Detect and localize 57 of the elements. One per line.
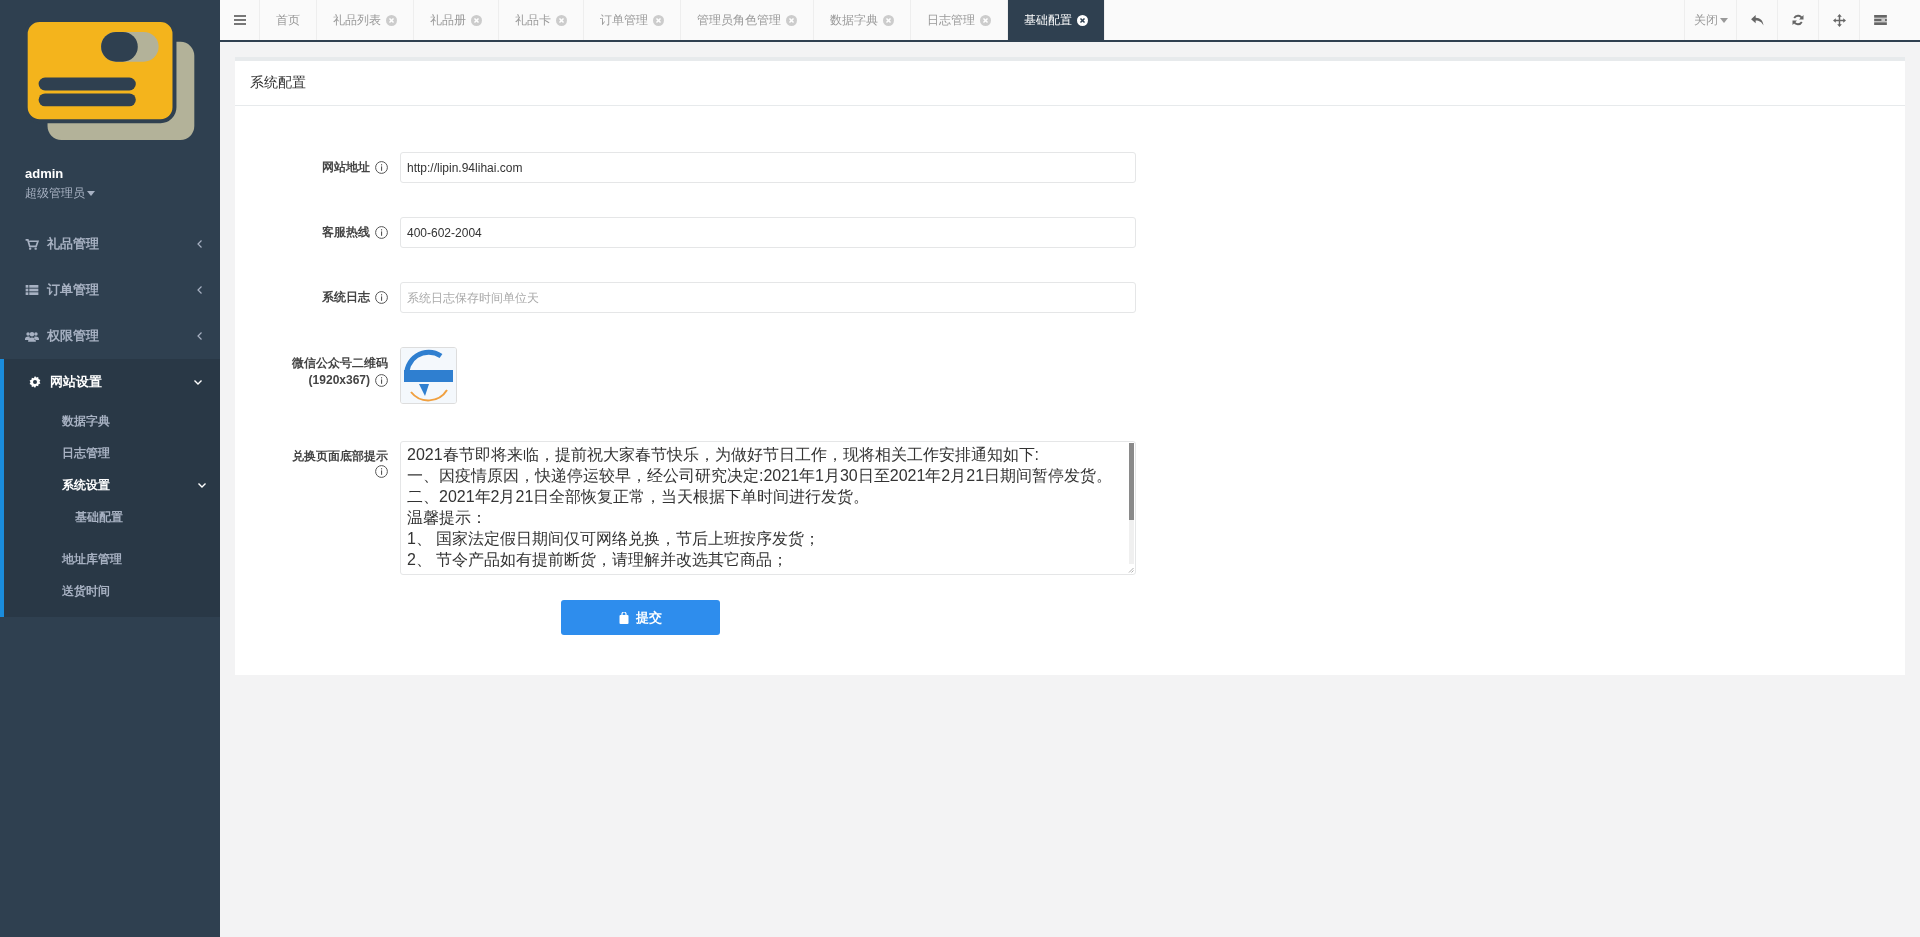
bag-icon [619, 611, 629, 624]
input-field[interactable]: http://lipin.94lihai.com [400, 152, 1136, 183]
field-hint: (1920x367) [308, 372, 370, 389]
list-icon [25, 285, 39, 295]
reply-arrow-icon [1750, 14, 1764, 26]
menu-item[interactable]: 礼品管理 [0, 221, 220, 267]
tab[interactable]: 基础配置 [1008, 0, 1105, 40]
chevron-down-icon [194, 379, 202, 385]
chevron-left-icon [197, 332, 202, 340]
submenu-item[interactable]: 日志管理 [4, 437, 220, 469]
close-icon[interactable] [1077, 14, 1088, 26]
text-line: 二、2021年2月21日全部恢复正常，当天根据下单时间进行发货。 [407, 487, 870, 507]
text-line: 2、 节令产品如有提前断货，请理解并改选其它商品； [407, 550, 789, 570]
menu-icon [233, 15, 246, 25]
user-name: admin [25, 166, 64, 182]
gear-icon [28, 376, 42, 388]
input-field[interactable]: 系统日志保存时间单位天 [400, 282, 1136, 313]
list-icon [1873, 15, 1887, 25]
menu-item[interactable]: 权限管理 [0, 313, 220, 359]
info-icon [375, 374, 388, 387]
caret-down-icon [87, 190, 95, 196]
field-label: 兑换页面底部提示 [292, 448, 388, 465]
refresh-icon [1792, 14, 1804, 26]
users-icon [25, 330, 39, 342]
info-icon [375, 291, 388, 304]
role-dropdown[interactable]: 超级管理员 [25, 185, 95, 201]
textarea-field[interactable]: 2021春节即将来临，提前祝大家春节快乐，为做好节日工作，现将相关工作安排通知如下: 一、因疫情原因，快递停运较早，经公司研究决定:2021年1月30日至2021年2月21日期间暂停发货。 二、2021年2月21日全部恢复正常，当天根据下单时间进行发货。 温馨提示： 1、 国家法定假日期间仅可网络兑换，节后上班按序发货； 2、 节令产品如有提前断货，请理解并改选其它商品； [400, 441, 1136, 575]
text-line: 1、 国家法定假日期间仅可网络兑换，节后上班按序发货； [407, 529, 821, 549]
panel-title: 系统配置 [250, 74, 306, 92]
field-label: 网站地址 [322, 159, 370, 176]
resize-grip-icon[interactable] [1128, 567, 1134, 573]
submenu-item[interactable]: 地址库管理 [4, 543, 220, 575]
submenu-item[interactable]: 基础配置 [4, 501, 220, 533]
submit-button[interactable]: 提交 [561, 600, 720, 635]
cart-icon [25, 238, 39, 250]
menu-item[interactable]: 网站设置 [4, 359, 220, 405]
cards-logo-icon [25, 20, 197, 141]
menu-item[interactable]: 订单管理 [0, 267, 220, 313]
text-line: 温馨提示： [407, 508, 487, 528]
chevron-down-icon [198, 482, 206, 488]
info-icon [375, 161, 388, 174]
caret-down-icon [1719, 17, 1728, 23]
chevron-left-icon [197, 240, 202, 248]
field-label: 系统日志 [322, 289, 370, 306]
info-icon [375, 465, 388, 478]
text-line: 一、因疫情原因，快递停运较早，经公司研究决定:2021年1月30日至2021年2月21日期间暂停发货。 [407, 466, 1113, 486]
move-arrows-icon [1832, 13, 1846, 27]
field-label: 客服热线 [322, 224, 370, 241]
submenu-item[interactable]: 数据字典 [4, 405, 220, 437]
field-label: 微信公众号二维码 [292, 355, 388, 372]
text-line: 2021春节即将来临，提前祝大家春节快乐，为做好节日工作，现将相关工作安排通知如下: [407, 445, 1040, 465]
submenu-item[interactable]: 送货时间 [4, 575, 220, 607]
input-field[interactable]: 400-602-2004 [400, 217, 1136, 248]
submenu-item[interactable]: 系统设置 [4, 469, 220, 501]
scrollbar[interactable] [1129, 443, 1134, 564]
info-icon [375, 226, 388, 239]
chevron-left-icon [197, 286, 202, 294]
